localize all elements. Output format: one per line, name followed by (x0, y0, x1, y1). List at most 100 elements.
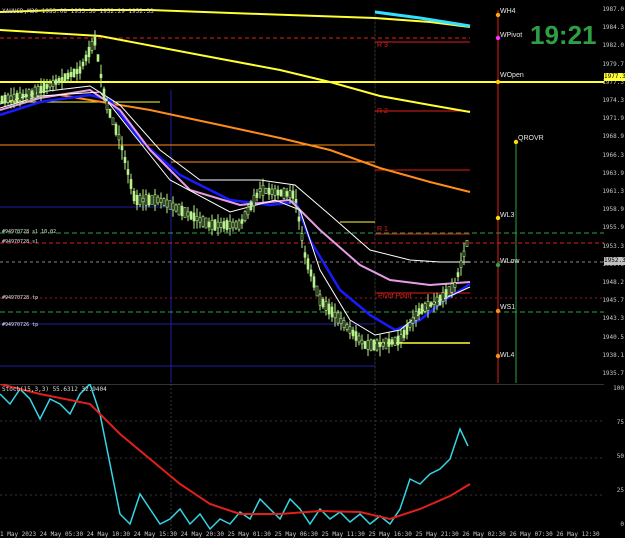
price-chart-canvas[interactable] (0, 0, 604, 383)
candle-body (126, 169, 130, 175)
candle-body (411, 317, 415, 324)
candle-body (72, 68, 76, 78)
candle-body (60, 77, 64, 81)
candle-body (201, 216, 205, 227)
candle-body (243, 211, 247, 222)
candle-body (363, 341, 367, 349)
candle-body (312, 276, 316, 288)
candle-body (195, 216, 199, 221)
candle-body (18, 92, 22, 101)
candle-body (465, 239, 469, 247)
price-tick: 1948.2 (602, 279, 624, 286)
candle-body (360, 339, 364, 345)
price-tick: 1935.7 (602, 370, 624, 377)
candle-body (288, 190, 292, 199)
candle-body (150, 195, 154, 205)
candle-body (267, 187, 271, 195)
stochastic-canvas[interactable] (0, 382, 604, 533)
price-tick: 1974.3 (602, 97, 624, 104)
candle-body (354, 331, 358, 341)
candle-body (30, 90, 34, 98)
candle-body (90, 41, 94, 51)
level-label-wh: WH4 (500, 8, 516, 15)
candle-body (141, 197, 145, 203)
candle-body (462, 250, 466, 257)
price-tick: 1979.7 (602, 60, 624, 68)
stochastic-panel[interactable] (0, 382, 604, 533)
candle-body (228, 220, 232, 230)
candle-body (0, 95, 4, 104)
candle-body (237, 220, 241, 230)
candle-body (210, 220, 214, 230)
level-label-qrovr: QROVR (518, 135, 544, 142)
level-label-wl4: WL4 (500, 352, 515, 359)
candle-body (45, 84, 49, 89)
time-axis: 1 May 2023 24 May 05:30 24 May 10:30 24 … (0, 531, 604, 538)
candle-body (159, 198, 163, 203)
candle-body (129, 179, 133, 189)
candle-body (273, 188, 277, 196)
candle-body (180, 205, 184, 217)
candle-body (102, 88, 106, 100)
candle-body (108, 108, 112, 118)
order-label[interactable]: #94970726 tp (2, 322, 38, 328)
candle-body (69, 72, 73, 77)
candle-body (378, 343, 382, 347)
stoch-signal-line (0, 383, 471, 521)
candle-body (75, 68, 79, 75)
ma-pink (0, 88, 471, 287)
level-dot (495, 79, 501, 85)
candle-body (396, 335, 400, 346)
candle-body (336, 312, 340, 324)
level-label-wlow: WLow (500, 258, 520, 265)
price-axis[interactable]: 1987.0 1984.3 1982.0 1979.7 1977.3 1974.3 1971… (602, 0, 625, 383)
candle-body (99, 73, 103, 79)
candle-body (144, 194, 148, 206)
price-tick: 1982.0 (602, 42, 624, 50)
candle-body (399, 334, 403, 343)
price-tick: 1984.3 (602, 24, 624, 32)
candle-body (432, 301, 436, 305)
candle-body (222, 221, 226, 229)
candle-body (438, 294, 442, 306)
candle-body (153, 194, 157, 206)
candle-body (42, 83, 46, 93)
candle-body (333, 311, 337, 319)
candle-body (87, 46, 91, 58)
candle-body (225, 219, 229, 231)
stoch-tick: 100 (613, 385, 624, 392)
stoch-tick: 0 (620, 521, 624, 528)
candle-body (321, 298, 325, 308)
candle-body (351, 329, 355, 337)
candle-body (357, 335, 361, 343)
candle-body (111, 117, 115, 126)
candle-body (81, 61, 85, 67)
candle-body (252, 194, 256, 207)
order-label[interactable]: #94970728 sl (2, 239, 38, 245)
candle-body (168, 200, 172, 210)
candle-body (318, 294, 322, 306)
level-label-r2: R 2 (377, 108, 388, 115)
candle-body (36, 86, 40, 96)
candle-body (66, 72, 70, 80)
price-tick: 1955.9 (602, 224, 624, 232)
order-label[interactable]: #94970728 sl 10.02 (2, 229, 56, 235)
price-tick: 1953.3 (602, 242, 624, 250)
candle-body (417, 308, 421, 315)
candle-body (156, 196, 160, 204)
price-tag-wopen: 1977.3 (604, 73, 625, 81)
candle-body (114, 123, 118, 135)
candle-body (162, 198, 166, 206)
chart-header: XAUUSD,M30 1953.08 1953.30 1952.29 1952.… (2, 8, 154, 15)
candle-body (309, 269, 313, 277)
candle-body (78, 66, 82, 74)
candle-body (420, 304, 424, 314)
price-chart[interactable] (0, 0, 604, 383)
candle-body (285, 191, 289, 197)
price-tick: 1945.7 (602, 297, 624, 305)
candle-body (393, 336, 397, 346)
candle-body (315, 285, 319, 297)
candle-body (132, 190, 136, 202)
order-label[interactable]: #94970728 tp (2, 295, 38, 301)
stoch-tick: 75 (616, 419, 624, 426)
